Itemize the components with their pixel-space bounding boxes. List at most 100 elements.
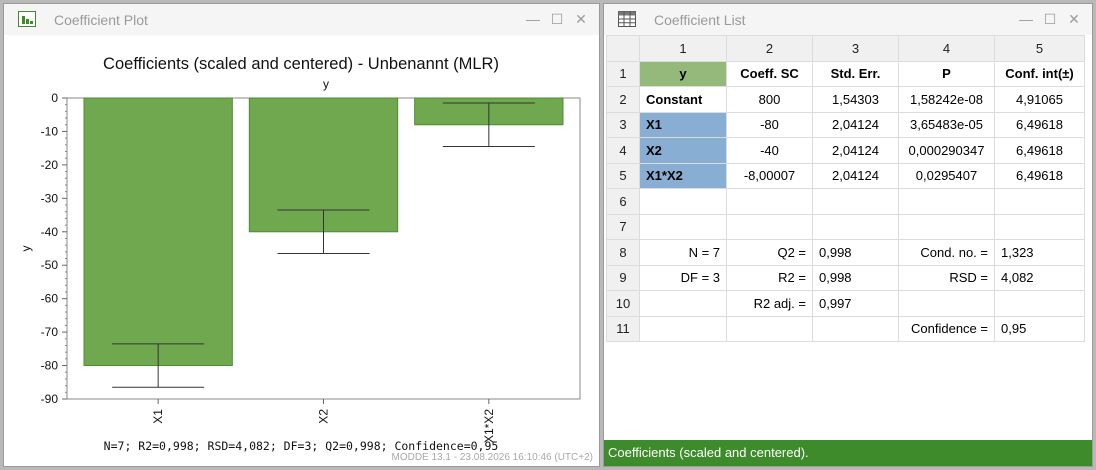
table-row: 9 DF = 3 R2 = 0,998 RSD = 4,082 [606,264,1085,291]
maximize-icon[interactable]: ☐ [1040,9,1060,29]
cell-coeff[interactable]: -40 [726,137,813,164]
minimize-icon[interactable]: — [1016,9,1036,29]
cell-confint[interactable]: 6,49618 [994,162,1085,189]
y-tick-label: 0 [51,91,58,105]
cell-coeff[interactable]: 800 [726,86,813,113]
row-number[interactable]: 4 [606,137,640,164]
cell-stat-value[interactable]: 0,998 [812,264,899,291]
column-header-2[interactable]: 2 [726,35,813,62]
row-number[interactable]: 7 [606,213,640,240]
row-number[interactable]: 3 [606,111,640,138]
cell-empty[interactable] [994,188,1085,215]
table-row: 7 [606,213,1085,240]
y-tick-label: -40 [41,225,59,239]
bar-chart-icon [18,11,36,27]
x-tick-label: X1 [151,409,165,424]
row-number[interactable]: 9 [606,264,640,291]
column-header-3[interactable]: 3 [812,35,899,62]
cell-stat-label[interactable] [726,315,813,342]
row-number[interactable]: 2 [606,86,640,113]
cell-stderr-header[interactable]: Std. Err. [812,60,899,87]
cell-confint[interactable]: 4,91065 [994,86,1085,113]
maximize-icon[interactable]: ☐ [547,9,567,29]
cell-stderr[interactable]: 2,04124 [812,162,899,189]
cell-term[interactable]: Constant [639,86,727,113]
cell-stat-label[interactable]: RSD = [898,264,995,291]
cell-p[interactable]: 0,000290347 [898,137,995,164]
row-number[interactable]: 6 [606,188,640,215]
cell-stat-value[interactable]: 1,323 [994,239,1085,266]
cell-stat-value[interactable] [812,315,899,342]
table-row: 11 Confidence = 0,95 [606,315,1085,342]
cell-p[interactable]: 0,0295407 [898,162,995,189]
column-header-1[interactable]: 1 [639,35,727,62]
cell-empty[interactable] [726,188,813,215]
cell-stat-label[interactable]: R2 = [726,264,813,291]
row-number[interactable]: 10 [606,290,640,317]
cell-term[interactable]: X1*X2 [639,162,727,189]
coefficient-bar-chart[interactable]: Coefficients (scaled and centered) - Unb… [4,35,599,466]
cell-empty[interactable] [639,213,727,240]
cell-stat-label[interactable]: Confidence = [898,315,995,342]
coefficient-plot-window[interactable]: Coefficient Plot — ☐ ✕ Coefficients (sca… [3,3,600,467]
cell-stat-value[interactable]: 0,997 [812,290,899,317]
cell-stat-label[interactable] [639,315,727,342]
coefficient-table[interactable]: 1 2 3 4 5 1 y Coeff. SC Std. Err. P Conf… [606,35,1085,342]
cell-empty[interactable] [898,213,995,240]
close-icon[interactable]: ✕ [571,9,591,29]
cell-stderr[interactable]: 1,54303 [812,86,899,113]
cell-empty[interactable] [994,213,1085,240]
corner-cell[interactable] [606,35,640,62]
coefficient-list-titlebar[interactable]: Coefficient List — ☐ ✕ [604,4,1092,35]
column-header-4[interactable]: 4 [898,35,995,62]
cell-stat-value[interactable]: 4,082 [994,264,1085,291]
coefficient-list-window[interactable]: Coefficient List — ☐ ✕ 1 2 3 4 5 1 y Coe… [603,3,1093,467]
cell-p-header[interactable]: P [898,60,995,87]
cell-stat-value[interactable]: 0,95 [994,315,1085,342]
chart-footer-stats: N=7; R2=0,998; RSD=4,082; DF=3; Q2=0,998… [104,439,499,453]
minimize-icon[interactable]: — [523,9,543,29]
cell-stat-label[interactable]: N = 7 [639,239,727,266]
cell-y-header[interactable]: y [639,60,727,87]
cell-empty[interactable] [812,188,899,215]
cell-coeff-header[interactable]: Coeff. SC [726,60,813,87]
cell-confint[interactable]: 6,49618 [994,137,1085,164]
cell-stat-value[interactable]: 0,998 [812,239,899,266]
x-tick-label: X2 [317,409,331,424]
cell-stat-label[interactable] [898,290,995,317]
cell-term[interactable]: X2 [639,137,727,164]
table-row: 2 Constant 800 1,54303 1,58242e-08 4,910… [606,86,1085,113]
cell-stat-label[interactable] [639,290,727,317]
cell-stat-value[interactable] [994,290,1085,317]
row-number[interactable]: 8 [606,239,640,266]
cell-stat-label[interactable]: Q2 = [726,239,813,266]
cell-stat-label[interactable]: R2 adj. = [726,290,813,317]
cell-term[interactable]: X1 [639,111,727,138]
cell-empty[interactable] [726,213,813,240]
table-row: 8 N = 7 Q2 = 0,998 Cond. no. = 1,323 [606,239,1085,266]
chart-title: Coefficients (scaled and centered) - Unb… [103,55,499,73]
cell-stderr[interactable]: 2,04124 [812,111,899,138]
close-icon[interactable]: ✕ [1064,9,1084,29]
chart-subtitle: y [323,77,329,91]
table-row: 10 R2 adj. = 0,997 [606,290,1085,317]
y-tick-label: -70 [41,325,59,339]
cell-empty[interactable] [639,188,727,215]
cell-stat-label[interactable]: DF = 3 [639,264,727,291]
cell-p[interactable]: 1,58242e-08 [898,86,995,113]
cell-empty[interactable] [812,213,899,240]
coefficient-plot-titlebar[interactable]: Coefficient Plot — ☐ ✕ [4,4,599,35]
row-number[interactable]: 1 [606,60,640,87]
cell-stat-label[interactable]: Cond. no. = [898,239,995,266]
row-number[interactable]: 5 [606,162,640,189]
cell-confint[interactable]: 6,49618 [994,111,1085,138]
cell-coeff[interactable]: -8,00007 [726,162,813,189]
cell-empty[interactable] [898,188,995,215]
cell-p[interactable]: 3,65483e-05 [898,111,995,138]
cell-stderr[interactable]: 2,04124 [812,137,899,164]
row-number[interactable]: 11 [606,315,640,342]
cell-confint-header[interactable]: Conf. int(±) [994,60,1085,87]
column-header-5[interactable]: 5 [994,35,1085,62]
y-tick-label: -10 [41,124,59,138]
cell-coeff[interactable]: -80 [726,111,813,138]
